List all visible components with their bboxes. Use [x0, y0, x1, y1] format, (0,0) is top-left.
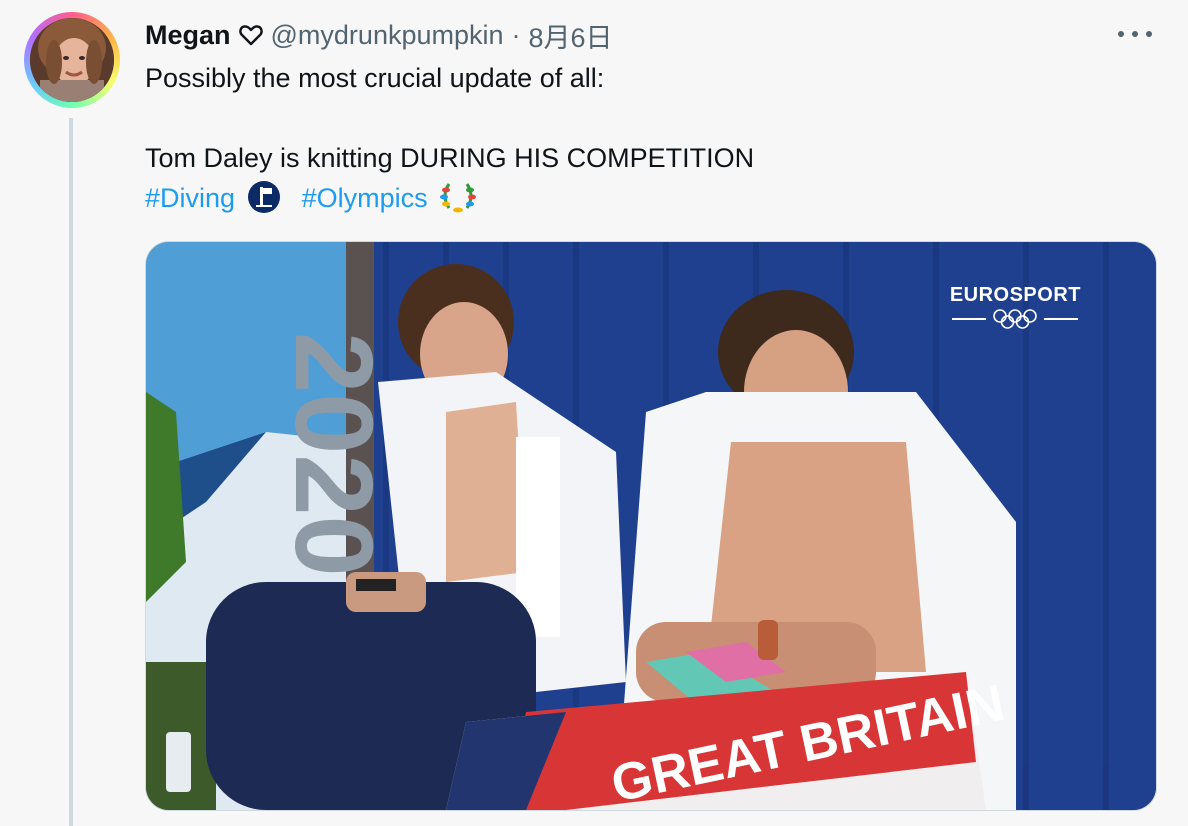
thread-line	[69, 118, 73, 826]
hashtag-olympics[interactable]: #Olympics	[302, 183, 428, 213]
tweet-line-1: Possibly the most crucial update of all:	[145, 63, 605, 93]
laurel-wreath-emoji-icon	[439, 180, 477, 214]
more-horizontal-icon[interactable]	[1118, 24, 1152, 44]
tweet-header: Megan @mydrunkpumpkin · 8月6日	[145, 15, 613, 55]
olympic-rings-icon	[950, 309, 1081, 329]
eurosport-watermark: EUROSPORT	[950, 284, 1081, 329]
separator-dot: ·	[511, 19, 521, 50]
avatar[interactable]	[30, 18, 114, 102]
tweet-line-2: Tom Daley is knitting DURING HIS COMPETI…	[145, 143, 755, 173]
tweet-date[interactable]: 8月6日	[529, 16, 613, 55]
hashtag-diving[interactable]: #Diving	[145, 183, 235, 213]
heart-outline-icon	[238, 24, 263, 46]
sign-text: 2020	[272, 332, 395, 577]
author-name[interactable]: Megan	[145, 20, 231, 51]
tweet-photo[interactable]: 2020 GREAT BRITAIN EUROSPORT	[145, 241, 1157, 811]
watermark-text: EUROSPORT	[949, 284, 1081, 306]
diving-emoji-icon	[247, 180, 281, 214]
author-handle[interactable]: @mydrunkpumpkin	[271, 20, 504, 51]
hashtag-line: #Diving #Olympics	[145, 178, 1145, 218]
tweet-text: Possibly the most crucial update of all:…	[145, 58, 1145, 218]
